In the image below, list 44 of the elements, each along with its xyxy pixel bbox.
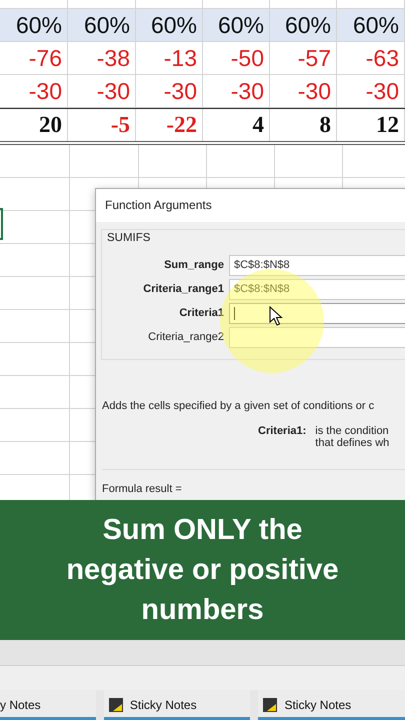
argument-label: Sum_range [163, 259, 225, 271]
taskbar-button[interactable]: y Notes [0, 690, 96, 720]
table-cell: -30 [337, 75, 405, 107]
argument-field[interactable] [229, 302, 405, 324]
argument-field[interactable]: $C$8:$N$8 [229, 254, 405, 276]
table-cell: -30 [270, 75, 337, 107]
help-text: is the condition that defines wh [315, 425, 390, 449]
dialog-title: Function Arguments [96, 189, 405, 222]
table-cell: 12 [337, 109, 405, 141]
table-cell: 60% [270, 9, 337, 41]
table-cell: 60% [136, 9, 203, 41]
formula-result: Formula result = [102, 483, 183, 495]
table-cell: -13 [136, 42, 203, 74]
table-cell: 60% [203, 9, 270, 41]
table-cell: -57 [270, 42, 337, 74]
taskbar-button[interactable]: Sticky Notes [104, 690, 250, 720]
table-cell: -30 [136, 75, 203, 107]
table-cell: -30 [68, 75, 136, 107]
argument-label: Criteria_range2 [147, 331, 225, 343]
table-cell: 60% [68, 9, 136, 41]
table-cell: 20 [0, 109, 68, 141]
table-cell: 60% [0, 9, 68, 41]
argument-field[interactable] [229, 326, 405, 348]
table-cell: 4 [203, 109, 270, 141]
argument-label: Criteria1 [178, 307, 225, 319]
caption: Sum ONLY the negative or positive numbers [66, 513, 339, 628]
function-description: Adds the cells specified by a given set of conditions or c [102, 400, 376, 412]
sticky-note-icon [108, 698, 123, 712]
taskbar-button[interactable]: Sticky Notes [258, 690, 405, 720]
function-name: SUMIFS [106, 232, 152, 244]
argument-label: Criteria_range1 [142, 283, 225, 295]
table-cell: -50 [203, 42, 270, 74]
table-cell: 60% [337, 9, 405, 41]
table-cell: -63 [337, 42, 405, 74]
table-cell: -22 [136, 109, 203, 141]
table-cell: -5 [68, 109, 136, 141]
table-cell: -30 [203, 75, 270, 107]
table-cell: -76 [0, 42, 68, 74]
table-cell: -30 [0, 75, 68, 107]
help-label: Criteria1: [258, 425, 306, 439]
table-cell: 8 [270, 109, 337, 141]
table-cell: -38 [68, 42, 136, 74]
sticky-note-icon [263, 698, 278, 712]
mouse-pointer-icon [269, 306, 283, 326]
